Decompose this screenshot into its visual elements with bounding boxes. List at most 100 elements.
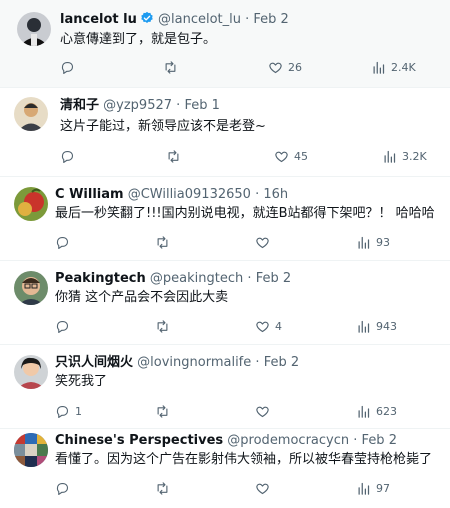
like-count: 45 (294, 149, 308, 163)
avatar[interactable] (14, 97, 48, 131)
replies-feed: lancelot lu @lancelot_lu · Feb 2 心意傳達到了，… (0, 0, 450, 508)
heart-icon (255, 404, 270, 419)
like-button[interactable] (255, 233, 275, 251)
separator-dot: · (255, 355, 260, 370)
author-handle[interactable]: @CWillia09132650 (128, 187, 251, 202)
tweet[interactable]: 只识人间烟火 @lovingnormalife · Feb 2 笑死我了 1 6… (0, 345, 450, 429)
author-name[interactable]: lancelot lu (60, 12, 137, 27)
tweet-header: 只识人间烟火 @lovingnormalife · Feb 2 (55, 354, 299, 372)
tweet[interactable]: Chinese's Perspectives @prodemocracycn ·… (0, 429, 450, 508)
view-count: 93 (376, 235, 390, 249)
retweet-button[interactable] (155, 317, 175, 335)
like-button[interactable]: 26 (268, 58, 302, 76)
retweet-button[interactable] (166, 147, 186, 165)
view-count: 3.2K (402, 149, 427, 163)
avatar[interactable] (14, 187, 48, 221)
avatar[interactable] (14, 355, 48, 389)
author-handle[interactable]: @lancelot_lu (158, 12, 241, 27)
heart-icon (274, 149, 289, 164)
author-name[interactable]: 只识人间烟火 (55, 355, 133, 370)
views-button[interactable]: 623 (356, 402, 397, 420)
tweet-text: 笑死我了 (55, 374, 108, 389)
reply-button[interactable]: 1 (55, 402, 82, 420)
like-button[interactable]: 4 (255, 317, 282, 335)
tweet-header: Peakingtech @peakingtech · Feb 2 (55, 270, 291, 288)
author-name[interactable]: Chinese's Perspectives (55, 433, 223, 448)
author-name[interactable]: Peakingtech (55, 271, 146, 286)
views-button[interactable]: 943 (356, 317, 397, 335)
tweet-text: 这片子能过，新领导应该不是老登~ (60, 119, 266, 134)
timestamp[interactable]: Feb 2 (256, 271, 291, 286)
views-icon (371, 60, 386, 75)
author-handle[interactable]: @lovingnormalife (137, 355, 251, 370)
separator-dot: · (255, 187, 260, 202)
like-button[interactable]: 45 (274, 147, 308, 165)
reply-button[interactable] (55, 317, 75, 335)
retweet-icon (155, 404, 170, 419)
author-name[interactable]: 清和子 (60, 98, 99, 113)
heart-icon (255, 319, 270, 334)
views-icon (356, 235, 371, 250)
author-name[interactable]: C William (55, 187, 124, 202)
separator-dot: · (245, 12, 250, 27)
tweet-header: lancelot lu @lancelot_lu · Feb 2 (60, 11, 289, 31)
tweet[interactable]: Peakingtech @peakingtech · Feb 2 你猜 这个产品… (0, 261, 450, 345)
avatar[interactable] (17, 12, 51, 46)
heart-icon (255, 235, 270, 250)
view-count: 97 (376, 481, 390, 495)
reply-count: 1 (75, 404, 82, 418)
views-button[interactable]: 3.2K (382, 147, 427, 165)
reply-button[interactable] (60, 147, 80, 165)
separator-dot: · (247, 271, 252, 286)
views-button[interactable]: 2.4K (371, 58, 416, 76)
timestamp[interactable]: Feb 2 (253, 12, 288, 27)
reply-icon (55, 481, 70, 496)
views-icon (356, 404, 371, 419)
author-handle[interactable]: @yzp9527 (103, 98, 172, 113)
reply-icon (60, 60, 75, 75)
views-button[interactable]: 97 (356, 479, 390, 497)
tweet[interactable]: 清和子 @yzp9527 · Feb 1 这片子能过，新领导应该不是老登~ 45… (0, 88, 450, 177)
view-count: 623 (376, 404, 397, 418)
reply-button[interactable] (60, 58, 80, 76)
timestamp[interactable]: Feb 2 (362, 433, 397, 448)
retweet-icon (155, 235, 170, 250)
timestamp[interactable]: 16h (263, 187, 288, 202)
retweet-button[interactable] (163, 58, 183, 76)
view-count: 2.4K (391, 60, 416, 74)
avatar[interactable] (14, 433, 48, 467)
separator-dot: · (353, 433, 358, 448)
views-icon (356, 319, 371, 334)
action-bar: 45 3.2K (0, 147, 450, 165)
retweet-button[interactable] (155, 233, 175, 251)
verified-badge-icon (140, 11, 154, 31)
author-handle[interactable]: @prodemocracycn (227, 433, 349, 448)
heart-icon (268, 60, 283, 75)
reply-icon (55, 319, 70, 334)
tweet[interactable]: C William @CWillia09132650 · 16h 最后一秒笑翻了… (0, 177, 450, 261)
retweet-icon (155, 481, 170, 496)
action-bar: 1 623 (0, 402, 450, 420)
reply-button[interactable] (55, 479, 75, 497)
separator-dot: · (176, 98, 181, 113)
timestamp[interactable]: Feb 1 (184, 98, 219, 113)
like-button[interactable] (255, 479, 275, 497)
retweet-button[interactable] (155, 479, 175, 497)
tweet[interactable]: lancelot lu @lancelot_lu · Feb 2 心意傳達到了，… (0, 0, 450, 88)
avatar[interactable] (14, 271, 48, 305)
reply-icon (60, 149, 75, 164)
views-button[interactable]: 93 (356, 233, 390, 251)
reply-icon (55, 404, 70, 419)
heart-icon (255, 481, 270, 496)
reply-button[interactable] (55, 233, 75, 251)
timestamp[interactable]: Feb 2 (264, 355, 299, 370)
like-count: 26 (288, 60, 302, 74)
action-bar: 97 (0, 479, 450, 497)
reply-icon (55, 235, 70, 250)
action-bar: 26 2.4K (0, 58, 450, 76)
action-bar: 4 943 (0, 317, 450, 335)
author-handle[interactable]: @peakingtech (150, 271, 243, 286)
tweet-text: 看懂了。因为这个广告在影射伟大领袖，所以被华春莹持枪枪毙了 (55, 452, 433, 467)
like-button[interactable] (255, 402, 275, 420)
retweet-button[interactable] (155, 402, 175, 420)
